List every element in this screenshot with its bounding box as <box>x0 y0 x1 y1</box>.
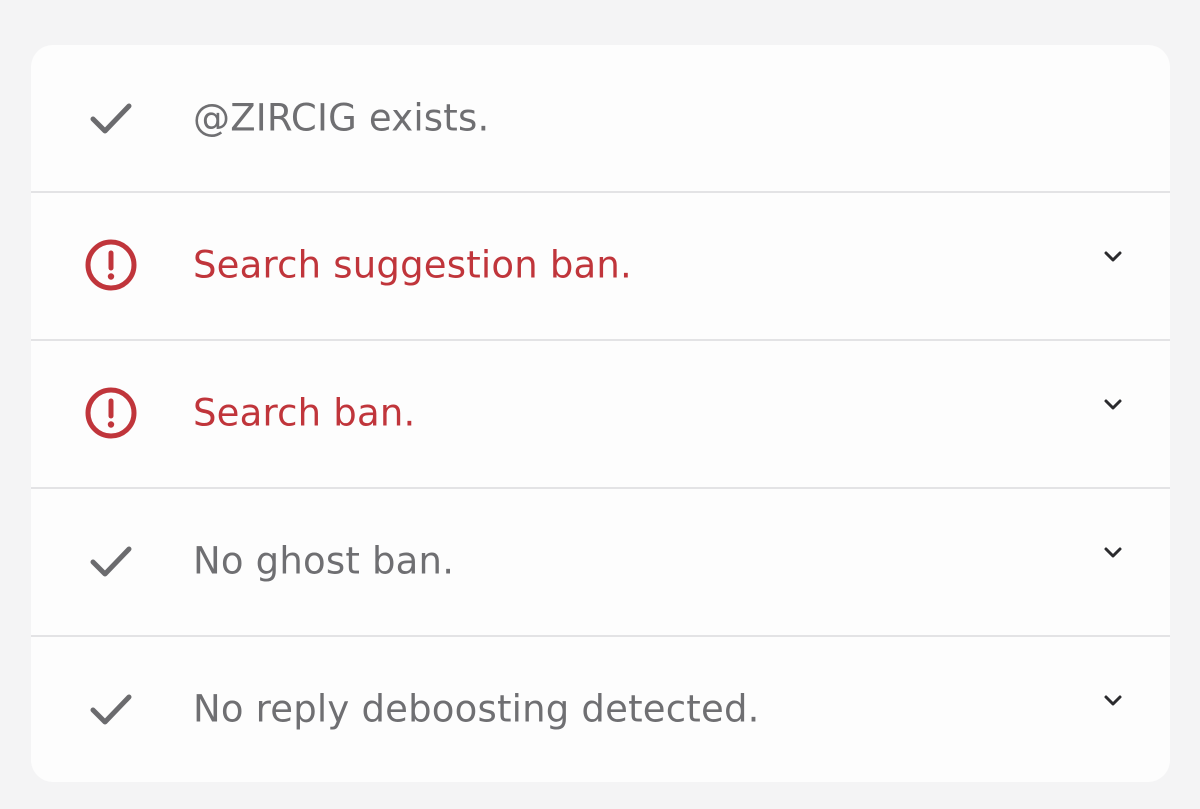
check-icon <box>83 533 139 589</box>
chevron-down-icon[interactable] <box>1098 241 1128 271</box>
chevron-down-icon[interactable] <box>1098 537 1128 567</box>
result-label: Search suggestion ban. <box>193 243 633 287</box>
check-icon <box>83 90 139 146</box>
alert-circle-icon <box>83 385 139 441</box>
result-row-reply-deboosting[interactable]: No reply deboosting detected. <box>31 635 1170 781</box>
check-icon <box>83 681 139 737</box>
results-card: @ZIRCIG exists. Search suggestion ban. S… <box>31 45 1170 782</box>
result-label: No ghost ban. <box>193 539 455 583</box>
chevron-down-icon[interactable] <box>1098 389 1128 419</box>
result-row-search-ban[interactable]: Search ban. <box>31 339 1170 485</box>
result-row-search-suggestion-ban[interactable]: Search suggestion ban. <box>31 191 1170 337</box>
result-row-ghost-ban[interactable]: No ghost ban. <box>31 487 1170 633</box>
result-label: Search ban. <box>193 391 416 435</box>
result-label: No reply deboosting detected. <box>193 687 760 731</box>
chevron-down-icon[interactable] <box>1098 685 1128 715</box>
result-label: @ZIRCIG exists. <box>193 96 490 140</box>
alert-circle-icon <box>83 237 139 293</box>
result-row-exists: @ZIRCIG exists. <box>31 45 1170 191</box>
